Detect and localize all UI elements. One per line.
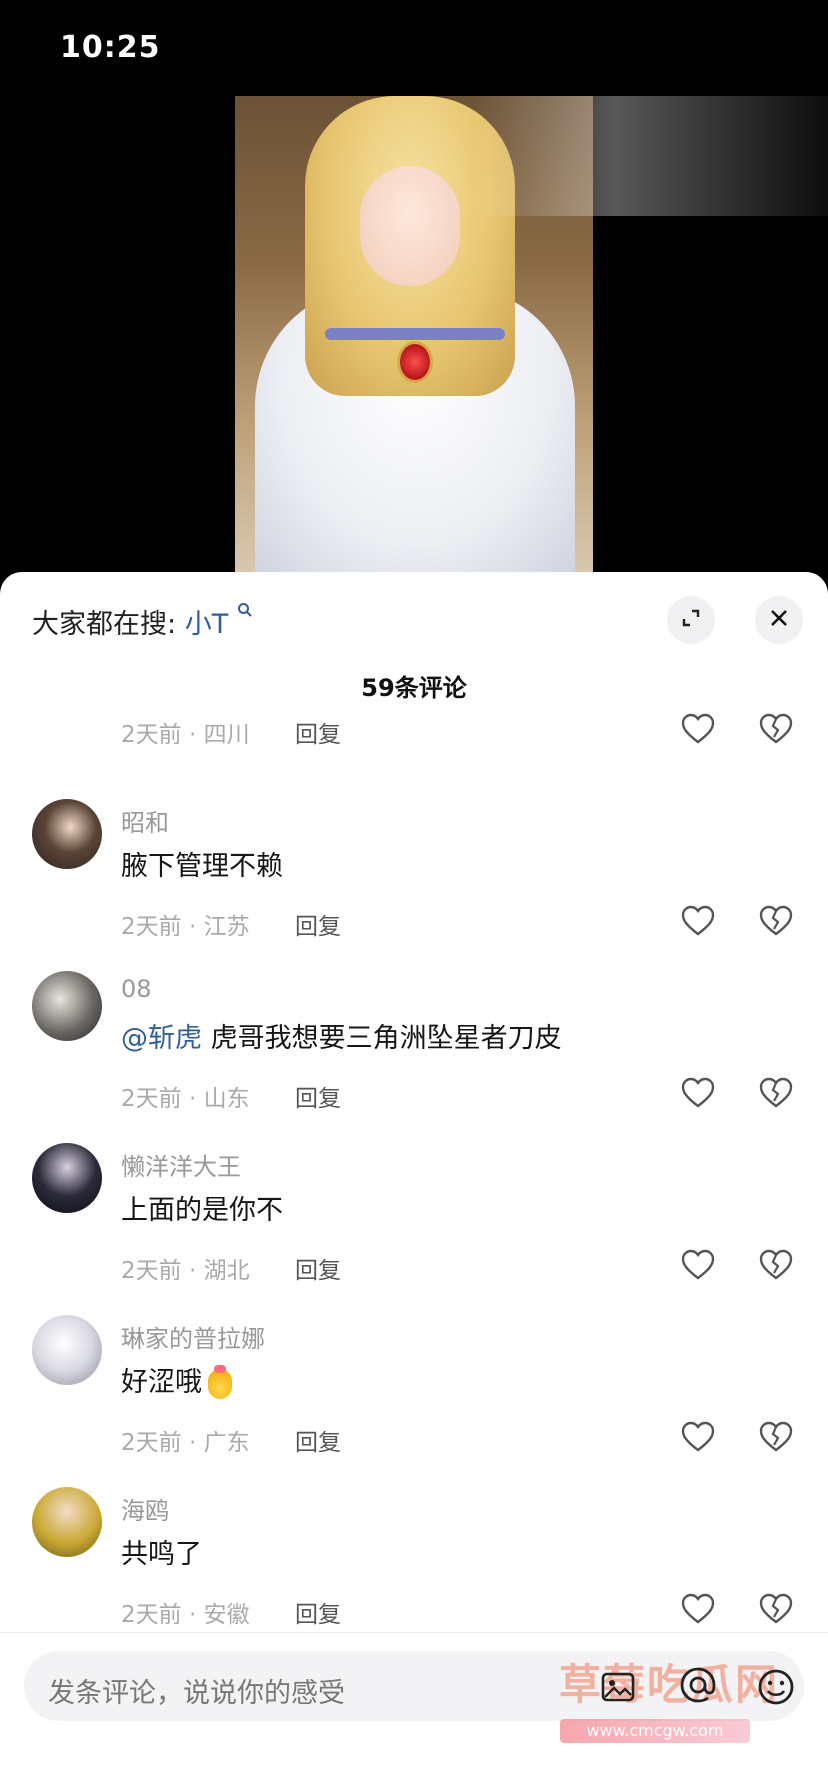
list-item: 琳家的普拉娜 好涩哦 2天前 · 广东 回复 [0,1315,828,1487]
heart-icon[interactable] [680,711,716,747]
list-item: 昭和 腋下管理不赖 2天前 · 江苏 回复 [0,799,828,971]
broken-heart-icon[interactable] [758,1247,794,1283]
comment-meta: 2天前 · 江苏 [121,914,250,940]
comment-meta: 2天前 · 四川 [121,722,250,748]
reply-button[interactable]: 回复 [295,1079,341,1113]
image-icon[interactable] [598,1667,638,1707]
money-bag-emoji-icon [208,1364,232,1399]
comment-input-bar: 发条评论，说说你的感受 草莓吃瓜网 www.cmcgw.com [0,1632,828,1792]
broken-heart-icon[interactable] [758,1419,794,1455]
reply-button[interactable]: 回复 [295,1251,341,1285]
comment-text: 好涩哦 [121,1360,232,1399]
comment-username[interactable]: 琳家的普拉娜 [121,1319,265,1354]
comment-username[interactable]: 08 [121,975,152,1003]
avatar[interactable] [32,971,102,1041]
broken-heart-icon[interactable] [758,903,794,939]
comment-input[interactable]: 发条评论，说说你的感受 草莓吃瓜网 [24,1651,804,1721]
comment-username[interactable]: 海鸥 [121,1491,169,1526]
broken-heart-icon[interactable] [758,1591,794,1627]
comment-text: 腋下管理不赖 [121,851,283,882]
status-bar: 10:25 [0,0,828,96]
emoji-icon[interactable] [754,1665,798,1709]
comment-text: 上面的是你不 [121,1195,283,1226]
heart-icon[interactable] [680,1247,716,1283]
status-time: 10:25 [60,30,161,65]
at-icon[interactable] [676,1663,720,1707]
reply-button[interactable]: 回复 [295,907,341,941]
comment-list: 2天前 · 四川 回复 昭和 腋下管理不赖 2天前 · 江苏 回复 08 @斩虎… [0,572,828,1632]
comment-sheet: 大家都在搜: 小T 59条评论 2天前 · 四川 回复 昭和 腋下管理不赖 2天… [0,572,828,1792]
avatar[interactable] [32,799,102,869]
video-glare [470,96,828,216]
heart-icon[interactable] [680,1591,716,1627]
comment-meta: 2天前 · 湖北 [121,1258,250,1284]
reply-button[interactable]: 回复 [295,1423,341,1457]
heart-icon[interactable] [680,903,716,939]
list-item: 08 @斩虎 虎哥我想要三角洲坠星者刀皮 2天前 · 山东 回复 [0,971,828,1143]
comment-meta: 2天前 · 山东 [121,1086,250,1112]
comment-username[interactable]: 昭和 [121,803,169,838]
avatar[interactable] [32,1315,102,1385]
comment-username[interactable]: 懒洋洋大王 [121,1147,241,1182]
mention-link[interactable]: @斩虎 [121,1023,202,1054]
heart-icon[interactable] [680,1419,716,1455]
broken-heart-icon[interactable] [758,711,794,747]
comment-body: 虎哥我想要三角洲坠星者刀皮 [210,1023,562,1054]
avatar[interactable] [32,1487,102,1557]
video-player[interactable] [0,96,828,572]
watermark-url: www.cmcgw.com [560,1719,750,1743]
comment-body: 好涩哦 [121,1367,202,1398]
comment-meta: 2天前 · 广东 [121,1430,250,1456]
reply-button[interactable]: 回复 [295,1595,341,1629]
comment-text: 共鸣了 [121,1539,202,1570]
avatar[interactable] [32,1143,102,1213]
comment-meta: 2天前 · 安徽 [121,1602,250,1628]
comment-input-placeholder: 发条评论，说说你的感受 [48,1678,345,1709]
list-item: 2天前 · 四川 回复 [0,607,828,779]
list-item: 懒洋洋大王 上面的是你不 2天前 · 湖北 回复 [0,1143,828,1315]
comment-text: @斩虎 虎哥我想要三角洲坠星者刀皮 [121,1016,562,1055]
broken-heart-icon[interactable] [758,1075,794,1111]
heart-icon[interactable] [680,1075,716,1111]
reply-button[interactable]: 回复 [295,715,341,749]
